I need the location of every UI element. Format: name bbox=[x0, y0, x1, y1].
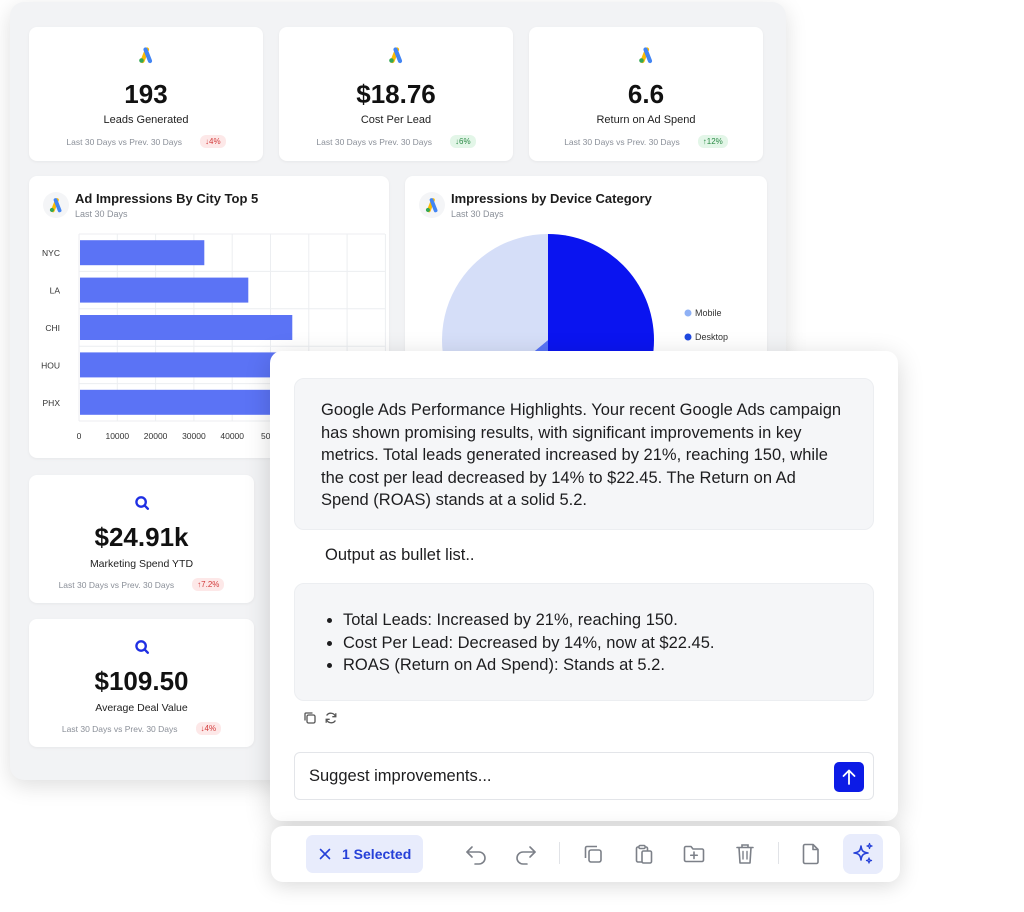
redo-icon bbox=[516, 846, 536, 865]
kpi-card-roas[interactable]: 6.6 Return on Ad Spend Last 30 Days vs P… bbox=[529, 27, 763, 161]
google-ads-icon bbox=[389, 47, 403, 64]
undo-button[interactable] bbox=[463, 841, 489, 867]
regenerate-icon[interactable] bbox=[324, 711, 338, 725]
kpi-period: Last 30 Days vs Prev. 30 Days bbox=[61, 723, 178, 734]
google-ads-icon bbox=[139, 47, 153, 64]
kpi-label: Average Deal Value bbox=[95, 702, 188, 714]
paste-icon bbox=[635, 844, 653, 864]
user-prompt: Output as bullet list.. bbox=[325, 546, 475, 564]
x-tick-label: 40000 bbox=[220, 431, 244, 441]
close-icon[interactable] bbox=[319, 848, 331, 860]
legend-label: Mobile bbox=[695, 308, 722, 318]
kpi-value: $24.91k bbox=[94, 522, 189, 552]
bar bbox=[80, 315, 293, 340]
assistant-bullet-response: Total Leads: Increased by 21%, reaching … bbox=[294, 583, 874, 701]
list-item: Cost Per Lead: Decreased by 14%, now at … bbox=[343, 632, 847, 655]
kpi-period: Last 30 Days vs Prev. 30 Days bbox=[66, 136, 183, 147]
selection-chip[interactable]: 1 Selected bbox=[306, 835, 423, 873]
kpi-value: $18.76 bbox=[356, 79, 436, 109]
kpi-change-badge: ↓6% bbox=[450, 135, 476, 148]
kpi-change-badge: ↓4% bbox=[195, 722, 222, 735]
paste-button[interactable] bbox=[631, 841, 657, 867]
kpi-label: Marketing Spend YTD bbox=[89, 558, 194, 570]
y-tick-label: NYC bbox=[42, 248, 60, 258]
assistant-response: Google Ads Performance Highlights. Your … bbox=[294, 378, 874, 530]
kpi-change-badge: ↓4% bbox=[200, 135, 226, 148]
chat-input-value: Suggest improvements... bbox=[309, 767, 492, 785]
y-tick-label: LA bbox=[50, 286, 61, 296]
kpi-label: Leads Generated bbox=[103, 114, 189, 126]
hubspot-icon bbox=[134, 496, 149, 510]
pie-chart: Mobile Desktop bbox=[442, 234, 728, 376]
copy-icon[interactable] bbox=[303, 711, 317, 725]
kpi-value: $109.50 bbox=[94, 666, 189, 696]
selection-toolbar: 1 Selected bbox=[271, 826, 900, 882]
kpi-period: Last 30 Days vs Prev. 30 Days bbox=[316, 136, 433, 147]
kpi-change-badge: ↑12% bbox=[697, 135, 728, 148]
list-item: ROAS (Return on Ad Spend): Stands at 5.2… bbox=[343, 654, 847, 677]
bar bbox=[80, 240, 205, 266]
copy-icon bbox=[584, 845, 602, 863]
x-tick-label: 20000 bbox=[144, 431, 168, 441]
ai-chat-panel: Google Ads Performance Highlights. Your … bbox=[270, 351, 898, 821]
y-tick-label: PHX bbox=[43, 398, 61, 408]
x-tick-label: 30000 bbox=[182, 431, 206, 441]
sparkle-icon bbox=[853, 842, 873, 864]
legend-swatch bbox=[684, 333, 692, 341]
hubspot-icon bbox=[134, 640, 149, 654]
new-folder-icon bbox=[683, 845, 705, 863]
kpi-card-marketing-spend[interactable]: $24.91k Marketing Spend YTD Last 30 Days… bbox=[29, 475, 254, 603]
kpi-card-cost-per-lead[interactable]: $18.76 Cost Per Lead Last 30 Days vs Pre… bbox=[279, 27, 513, 161]
trash-icon bbox=[736, 844, 754, 864]
kpi-period: Last 30 Days vs Prev. 30 Days bbox=[58, 579, 175, 590]
bar bbox=[80, 389, 302, 415]
x-tick-label: 0 bbox=[77, 431, 82, 441]
document-button[interactable] bbox=[798, 841, 824, 867]
new-folder-button[interactable] bbox=[681, 841, 707, 867]
file-icon bbox=[802, 843, 819, 865]
kpi-label: Cost Per Lead bbox=[360, 114, 432, 126]
ai-assist-button[interactable] bbox=[843, 834, 883, 874]
selected-count: 1 Selected bbox=[342, 846, 412, 862]
delete-button[interactable] bbox=[732, 841, 758, 867]
legend-swatch bbox=[684, 309, 692, 317]
kpi-value: 193 bbox=[124, 79, 168, 109]
arrow-up-icon bbox=[842, 769, 856, 785]
kpi-card-avg-deal-value[interactable]: $109.50 Average Deal Value Last 30 Days … bbox=[29, 619, 254, 747]
kpi-value: 6.6 bbox=[627, 79, 665, 109]
x-tick-label: 10000 bbox=[105, 431, 129, 441]
y-tick-label: HOU bbox=[41, 360, 60, 370]
chat-input[interactable]: Suggest improvements... bbox=[294, 752, 874, 800]
list-item: Total Leads: Increased by 21%, reaching … bbox=[343, 609, 847, 632]
undo-icon bbox=[466, 846, 486, 865]
y-tick-label: CHI bbox=[45, 323, 60, 333]
kpi-card-leads[interactable]: 193 Leads Generated Last 30 Days vs Prev… bbox=[29, 27, 263, 161]
bullet-list: Total Leads: Increased by 21%, reaching … bbox=[321, 609, 847, 677]
kpi-label: Return on Ad Spend bbox=[596, 114, 696, 126]
send-button[interactable] bbox=[834, 762, 864, 792]
bar bbox=[80, 277, 249, 303]
legend-label: Desktop bbox=[695, 332, 728, 342]
copy-button[interactable] bbox=[580, 841, 606, 867]
pie-chart-card: Impressions by Device Category Last 30 D… bbox=[405, 176, 767, 376]
google-ads-icon bbox=[639, 47, 653, 64]
redo-button[interactable] bbox=[513, 841, 539, 867]
kpi-period: Last 30 Days vs Prev. 30 Days bbox=[564, 136, 680, 147]
kpi-change-badge: ↑7.2% bbox=[192, 578, 225, 591]
